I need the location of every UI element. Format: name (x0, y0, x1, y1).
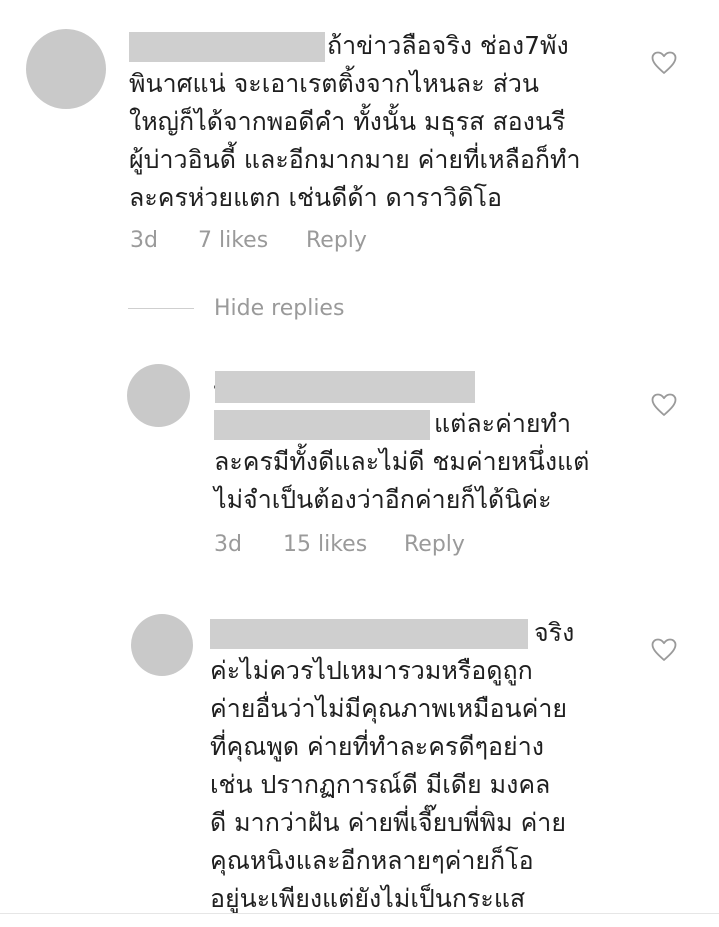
comment-text-line: ค่ายอื่นว่าไม่มีคุณภาพเหมือนค่าย (210, 694, 568, 723)
username-redacted[interactable] (129, 32, 325, 62)
avatar[interactable] (26, 29, 106, 109)
comment-first-line: จริง (210, 614, 574, 652)
reply-button[interactable]: Reply (306, 228, 367, 253)
comment-text-line: ถ้าข่าวลือจริง ช่อง7พัง (327, 31, 569, 60)
heart-outline-icon[interactable] (651, 393, 677, 417)
hide-replies-toggle[interactable]: Hide replies (128, 296, 344, 321)
comment-text-line: ผู้บ่าวอินดี้ และอีกมากมาย ค่ายที่เหลือก… (129, 145, 581, 174)
comment-text-line: ใหญ่ก็ได้จากพอดีคำ ทั้งนั้น มธุรส สองนรี (129, 107, 566, 136)
username-redacted[interactable] (210, 619, 528, 649)
comment-likes[interactable]: 7 likes (198, 228, 306, 253)
comment-likes[interactable]: 15 likes (283, 532, 404, 557)
comment-text-line: ที่คุณพูด ค่ายที่ทำละครดีๆอย่าง (210, 732, 544, 761)
comment-1: ถ้าข่าวลือจริง ช่อง7พัง พินาศแน่ จะเอาเร… (0, 0, 719, 280)
reply-button[interactable]: Reply (404, 532, 465, 557)
heart-outline-icon[interactable] (651, 638, 677, 662)
comment-text-line: ละครห่วยแตก เช่นดีด้า ดาราวิดิโอ (129, 183, 503, 212)
comment-text-line: แต่ละค่ายทำ (434, 409, 572, 438)
comment-text-line: ละครมีทั้งดีและไม่ดี ชมค่ายหนึ่งแต่ (214, 447, 590, 476)
comment-body: จริง ค่ะไม่ควรไปเหมารวมหรือดูถูก ค่ายอื่… (210, 614, 574, 918)
comment-text-line: จริง (534, 618, 575, 647)
comment-first-line: แต่ละค่ายทำ (214, 405, 589, 443)
comment-first-line: ถ้าข่าวลือจริง ช่อง7พัง (129, 27, 581, 65)
comment-meta: 3d 15 likes Reply (214, 532, 465, 557)
comment-time: 3d (130, 228, 158, 253)
hide-replies-label[interactable]: Hide replies (214, 296, 344, 321)
username-redacted[interactable] (214, 410, 430, 440)
comment-time: 3d (214, 532, 242, 557)
reply-1: แต่ละค่ายทำ ละครมีทั้งดีและไม่ดี ชมค่ายห… (0, 340, 719, 580)
comment-body: ถ้าข่าวลือจริง ช่อง7พัง พินาศแน่ จะเอาเร… (129, 27, 581, 217)
comment-body: แต่ละค่ายทำ ละครมีทั้งดีและไม่ดี ชมค่ายห… (214, 405, 589, 519)
comment-meta: 3d 7 likes Reply (130, 228, 367, 253)
reply-2: จริง ค่ะไม่ควรไปเหมารวมหรือดูถูก ค่ายอื่… (0, 600, 719, 913)
divider (128, 308, 194, 309)
comment-text-line: คุณหนิงและอีกหลายๆค่ายก็โอ (210, 846, 534, 875)
heart-outline-icon[interactable] (651, 51, 677, 75)
avatar[interactable] (127, 364, 190, 427)
avatar[interactable] (131, 614, 193, 676)
comment-text-line: พินาศแน่ จะเอาเรตติ้งจากไหนละ ส่วน (129, 69, 539, 98)
comment-text-line: ไม่จำเป็นต้องว่าอีกค่ายก็ได้นิค่ะ (214, 485, 552, 514)
comment-text-line: เช่น ปรากฏการณ์ดี มีเดีย มงคล (210, 770, 551, 799)
comment-text-line: ค่ะไม่ควรไปเหมารวมหรือดูถูก (210, 656, 533, 685)
comment-text-line: ดี มากว่าฝัน ค่ายพี่เจี๊ยบพี่พิม ค่าย (210, 808, 566, 837)
username-redacted[interactable] (215, 371, 475, 403)
bottom-divider (0, 913, 719, 914)
